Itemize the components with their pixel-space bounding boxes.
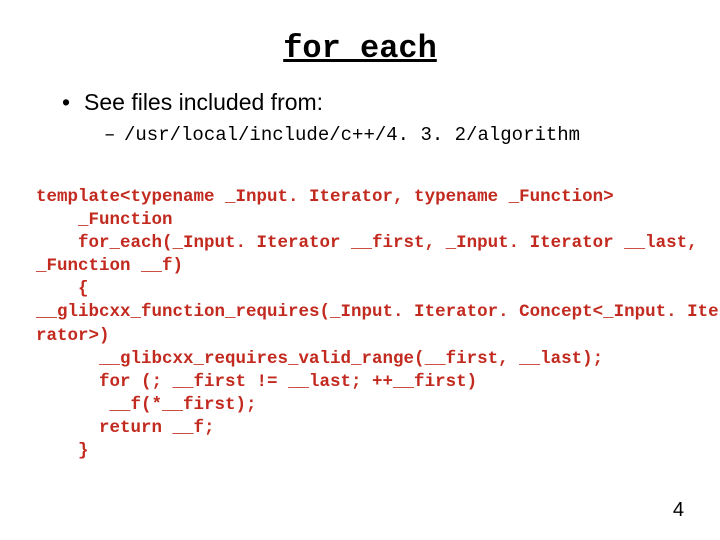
code-line: {	[36, 279, 89, 299]
bullet-marker: •	[62, 89, 84, 116]
bullet-2-text: /usr/local/include/c++/4. 3. 2/algorithm	[124, 124, 580, 146]
code-line: }	[36, 441, 89, 461]
bullet-marker: –	[104, 124, 124, 146]
code-block: template<typename _Input. Iterator, type…	[36, 186, 684, 463]
code-line: __glibcxx_requires_valid_range(__first, …	[36, 349, 603, 369]
bullet-1-text: See files included from:	[84, 89, 323, 115]
slide: for_each •See files included from: –/usr…	[0, 0, 720, 540]
bullet-list: •See files included from: –/usr/local/in…	[62, 89, 692, 146]
code-line: rator>)	[36, 326, 110, 346]
bullet-level-2: –/usr/local/include/c++/4. 3. 2/algorith…	[104, 124, 692, 146]
code-line: template<typename _Input. Iterator, type…	[36, 187, 614, 207]
code-line: return __f;	[36, 418, 215, 438]
code-line: __f(*__first);	[36, 395, 257, 415]
code-line: for_each(_Input. Iterator __first, _Inpu…	[36, 233, 698, 253]
code-line: _Function __f)	[36, 256, 183, 276]
slide-title: for_each	[28, 30, 692, 67]
code-line: _Function	[36, 210, 173, 230]
code-line: for (; __first != __last; ++__first)	[36, 372, 477, 392]
code-line: __glibcxx_function_requires(_Input. Iter…	[36, 302, 719, 322]
page-number: 4	[673, 499, 684, 522]
bullet-level-1: •See files included from:	[62, 89, 692, 116]
